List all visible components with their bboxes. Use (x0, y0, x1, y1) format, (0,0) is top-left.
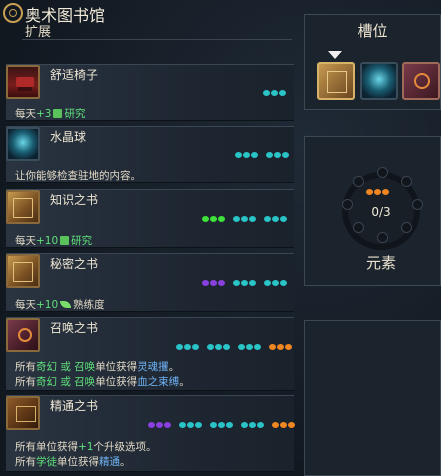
item-description-line-2: 所有奇幻 或 召唤单位获得血之束缚。 (15, 376, 190, 388)
list-item-crystal-ball[interactable]: 水晶球 让你能够检查驻地的内容。 (6, 126, 294, 183)
ring-knob (353, 222, 364, 233)
mana-cost-pips (202, 280, 287, 286)
crystal-ball-icon[interactable] (360, 62, 398, 100)
item-name: 舒适椅子 (50, 68, 99, 82)
element-count: 0/3 (371, 205, 391, 219)
list-item-book-of-mastery[interactable]: 精通之书 所有单位获得+1个升级选项。 所有学徒单位获得精通。 (6, 395, 295, 472)
item-description: 每天+10 熟练度 (15, 299, 105, 311)
item-description-line-2: 所有学徒单位获得精通。 (15, 456, 131, 468)
item-description: 每天+3 研究 (15, 108, 86, 120)
section-subtitle: 扩展 (25, 25, 52, 40)
chair-icon (6, 65, 40, 99)
ring-knob (377, 232, 388, 243)
summoning-book-icon (6, 318, 40, 352)
elements-label: 元素 (365, 254, 396, 272)
item-name: 精通之书 (50, 399, 99, 413)
ring-knob (353, 176, 364, 187)
crystal-ball-icon (6, 127, 40, 161)
header-divider (22, 39, 292, 40)
mana-cost-pips (148, 422, 295, 428)
arcane-library-screen: 奥术图书馆 扩展 舒适椅子 每天+3 研究 水晶球 让你能够检查驻地的内容。 知识… (0, 0, 441, 476)
list-item-book-of-knowledge[interactable]: 知识之书 每天+10 研究 (6, 189, 294, 248)
ring-knob (401, 222, 412, 233)
book-icon (6, 254, 40, 288)
slots-title: 槽位 (357, 22, 388, 40)
item-description: 每天+10 研究 (15, 235, 93, 247)
mana-cost-pips (263, 90, 286, 96)
item-name: 召唤之书 (50, 321, 99, 335)
mastery-leaf-icon (60, 301, 72, 308)
info-panel (304, 320, 441, 476)
item-name: 水晶球 (50, 130, 87, 144)
library-emblem-icon (3, 3, 23, 23)
book-of-knowledge-icon[interactable] (317, 62, 355, 100)
mana-cost-pips (202, 216, 287, 222)
item-name: 知识之书 (50, 193, 99, 207)
research-icon (53, 109, 63, 118)
selected-slot-arrow-icon (328, 51, 342, 59)
ring-knob (377, 167, 388, 178)
item-description-line-1: 所有单位获得+1个升级选项。 (15, 441, 157, 453)
mana-cost-pips (235, 152, 289, 158)
item-description-line-1: 所有奇幻 或 召唤单位获得灵魂攫。 (15, 361, 180, 373)
element-pips (366, 189, 389, 195)
research-icon (60, 236, 70, 245)
ring-knob (401, 176, 412, 187)
list-item-book-of-secrets[interactable]: 秘密之书 每天+10 熟练度 (6, 253, 294, 312)
item-name: 秘密之书 (50, 257, 99, 271)
mana-cost-pips (176, 344, 292, 350)
item-description: 让你能够检查驻地的内容。 (15, 170, 141, 182)
list-item-book-of-summoning[interactable]: 召唤之书 所有奇幻 或 召唤单位获得灵魂攫。 所有奇幻 或 召唤单位获得血之束缚… (6, 317, 294, 391)
mastery-book-icon (6, 396, 40, 430)
book-of-summoning-icon[interactable] (402, 62, 440, 100)
list-item-comfy-chair[interactable]: 舒适椅子 每天+3 研究 (6, 64, 294, 121)
book-icon (6, 190, 40, 224)
